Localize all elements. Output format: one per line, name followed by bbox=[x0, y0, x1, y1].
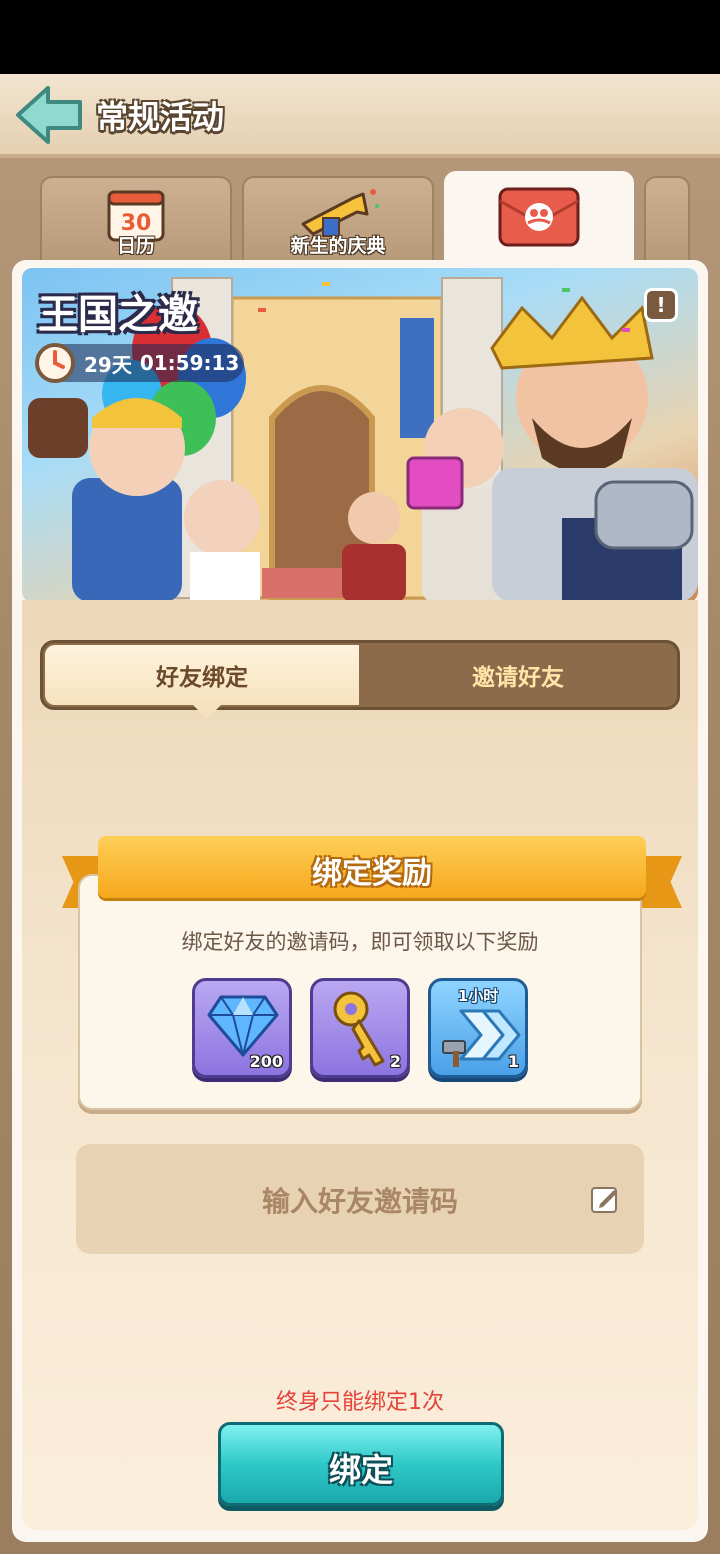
timer-time: 01:59:13 bbox=[139, 351, 240, 375]
reward-title: 绑定奖励 bbox=[312, 856, 432, 891]
top-bar: 常规活动 bbox=[0, 74, 720, 158]
event-title: 王国之邀 bbox=[38, 292, 198, 338]
reward-item-key[interactable]: 2 bbox=[310, 978, 410, 1078]
event-banner: 王国之邀 29天 01:59:13 ! bbox=[22, 268, 698, 602]
tab-more[interactable] bbox=[644, 176, 690, 262]
bind-section: 好友绑定 邀请好友 绑定奖励 绑定好友的邀请码，即可领取以下奖励 200 2 1… bbox=[22, 600, 698, 1530]
status-bar bbox=[0, 0, 720, 74]
bind-button-label: 绑定 bbox=[328, 1451, 393, 1489]
bind-limit-warning: 终身只能绑定1次 bbox=[276, 1390, 444, 1415]
tab-celebration-label: 新生的庆典 bbox=[290, 235, 386, 257]
page-title: 常规活动 bbox=[96, 98, 225, 136]
event-timer: 29天 01:59:13 bbox=[35, 343, 244, 383]
diamond-icon bbox=[207, 995, 279, 1057]
reward-item-speedup[interactable]: 1小时 1 bbox=[428, 978, 528, 1078]
reward-item-count: 200 bbox=[249, 1052, 283, 1071]
timer-days: 29天 bbox=[84, 352, 132, 377]
bind-button[interactable]: 绑定 bbox=[218, 1422, 504, 1506]
reward-item-count: 2 bbox=[389, 1052, 401, 1071]
info-icon[interactable]: ! bbox=[644, 288, 678, 322]
segmented-control: 好友绑定 邀请好友 bbox=[40, 640, 680, 719]
invite-code-input[interactable]: 输入好友邀请码 bbox=[76, 1144, 644, 1254]
tab-friend-bind[interactable]: 好友绑定 bbox=[45, 645, 359, 719]
golden-key-icon bbox=[333, 991, 385, 1067]
activity-panel: 王国之邀 29天 01:59:13 ! 好友绑定 邀请好友 绑定奖励 绑定好友的… bbox=[12, 260, 708, 1542]
tab-celebration[interactable]: 新生的庆典 bbox=[242, 176, 434, 262]
clock-icon bbox=[35, 343, 75, 383]
app-screen: 常规活动 30 日历 新生的庆典 王国之邀 29天 01:59:13 ! 好友绑… bbox=[0, 74, 720, 1554]
speedup-duration: 1小时 bbox=[457, 987, 499, 1005]
reward-item-count: 1 bbox=[507, 1052, 519, 1071]
reward-description: 绑定好友的邀请码，即可领取以下奖励 bbox=[181, 930, 539, 954]
tab-calendar[interactable]: 30 日历 bbox=[40, 176, 232, 262]
invite-friends-icon bbox=[498, 187, 580, 247]
tab-invite[interactable] bbox=[444, 171, 634, 266]
tab-calendar-label: 日历 bbox=[116, 235, 155, 257]
invite-code-placeholder: 输入好友邀请码 bbox=[261, 1185, 458, 1218]
back-arrow-icon[interactable] bbox=[14, 84, 86, 146]
reward-item-diamond[interactable]: 200 bbox=[192, 978, 292, 1078]
edit-icon[interactable] bbox=[590, 1184, 620, 1214]
reward-ribbon: 绑定奖励 bbox=[98, 836, 646, 898]
tab-invite-friends[interactable]: 邀请好友 bbox=[361, 645, 675, 705]
